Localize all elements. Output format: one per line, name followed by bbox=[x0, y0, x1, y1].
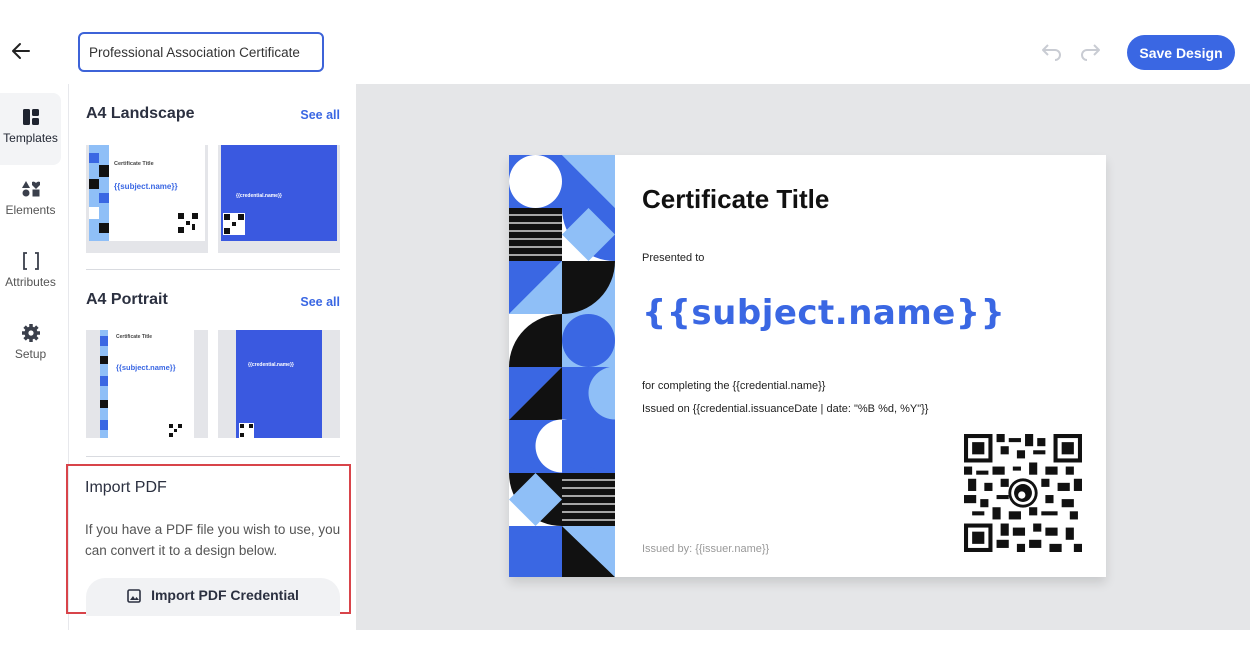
see-all-landscape-link[interactable]: See all bbox=[300, 108, 340, 122]
section-divider bbox=[86, 269, 340, 270]
rail-item-setup[interactable]: Setup bbox=[0, 309, 61, 381]
template-thumb-portrait-white[interactable]: Certificate Title {{subject.name}} bbox=[86, 330, 208, 438]
see-all-portrait-link[interactable]: See all bbox=[300, 295, 340, 309]
image-icon bbox=[127, 589, 141, 603]
section-title-a4-portrait: A4 Portrait bbox=[86, 291, 168, 308]
certificate-title[interactable]: Certificate Title bbox=[642, 184, 829, 215]
import-pdf-section: Import PDF If you have a PDF file you wi… bbox=[66, 464, 351, 616]
thumb-title: Certificate Title bbox=[116, 334, 153, 340]
section-divider bbox=[86, 456, 340, 457]
issued-on-text[interactable]: Issued on {{credential.issuanceDate | da… bbox=[642, 403, 928, 415]
issued-by-text[interactable]: Issued by: {{issuer.name}} bbox=[642, 543, 769, 555]
thumb-subject: {{subject.name}} bbox=[114, 182, 178, 191]
rail-item-attributes[interactable]: Attributes bbox=[0, 237, 61, 309]
rail-item-elements[interactable]: Elements bbox=[0, 165, 61, 237]
rail-label-elements: Elements bbox=[5, 203, 56, 217]
geometric-pattern-strip bbox=[509, 155, 615, 577]
rail-label-templates: Templates bbox=[3, 131, 58, 145]
brackets-icon bbox=[22, 252, 39, 270]
redo-icon[interactable] bbox=[1079, 41, 1103, 63]
template-thumb-landscape-blue[interactable]: {{credential.name}} bbox=[218, 145, 340, 253]
templates-icon bbox=[22, 109, 39, 125]
import-pdf-credential-button[interactable]: Import PDF Credential bbox=[86, 578, 340, 616]
template-thumb-portrait-blue[interactable]: {{credential.name}} bbox=[218, 330, 340, 438]
certificate-preview[interactable]: Certificate Title Presented to {{subject… bbox=[509, 155, 1106, 577]
import-pdf-title: Import PDF bbox=[85, 479, 167, 496]
thumb-credential: {{credential.name}} bbox=[236, 193, 282, 199]
qr-code-icon[interactable] bbox=[964, 434, 1082, 552]
top-bar: Save Design bbox=[0, 0, 1250, 84]
gear-icon bbox=[21, 324, 40, 342]
rail-label-attributes: Attributes bbox=[5, 275, 56, 289]
save-design-button[interactable]: Save Design bbox=[1127, 35, 1235, 70]
completing-text[interactable]: for completing the {{credential.name}} bbox=[642, 380, 825, 392]
rail-item-templates[interactable]: Templates bbox=[0, 93, 61, 165]
undo-icon[interactable] bbox=[1039, 41, 1063, 63]
presented-to-text[interactable]: Presented to bbox=[642, 252, 704, 264]
rail-label-setup: Setup bbox=[14, 347, 47, 361]
back-arrow-icon[interactable] bbox=[10, 40, 34, 64]
thumb-title: Certificate Title bbox=[114, 161, 154, 167]
thumb-subject: {{subject.name}} bbox=[116, 363, 176, 372]
import-pdf-description: If you have a PDF file you wish to use, … bbox=[85, 522, 341, 558]
section-title-a4-landscape: A4 Landscape bbox=[86, 105, 195, 122]
left-tool-rail: Templates Elements Attributes Setup bbox=[0, 84, 69, 630]
thumb-credential: {{credential.name}} bbox=[248, 362, 294, 368]
subject-name-placeholder[interactable]: {{subject.name}} bbox=[642, 293, 1005, 333]
import-button-label: Import PDF Credential bbox=[151, 587, 299, 603]
template-thumb-landscape-white[interactable]: Certificate Title {{subject.name}} bbox=[86, 145, 208, 253]
design-name-input[interactable] bbox=[78, 32, 324, 72]
design-canvas: Certificate Title Presented to {{subject… bbox=[356, 84, 1250, 630]
shapes-icon bbox=[21, 181, 40, 197]
bottom-bar bbox=[0, 630, 1250, 650]
